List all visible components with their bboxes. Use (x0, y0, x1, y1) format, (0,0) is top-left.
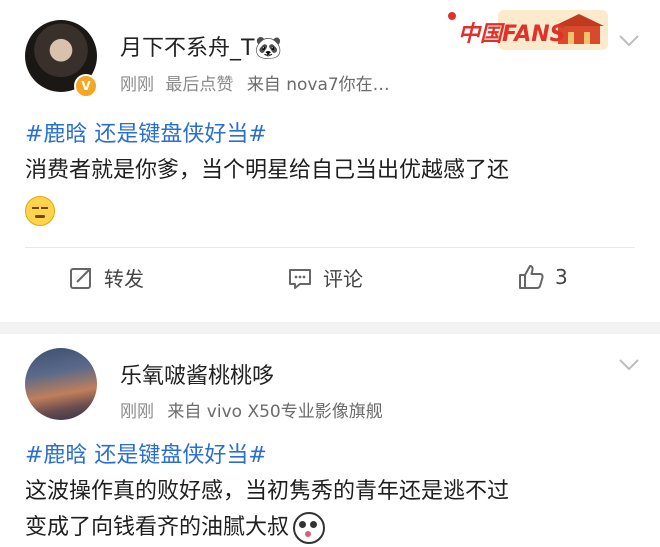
comment-icon (289, 268, 311, 289)
thumbs-up-icon (519, 265, 544, 289)
repost-button[interactable]: 转发 (68, 263, 144, 292)
chevron-down-icon[interactable] (618, 34, 640, 48)
post-text: #鹿晗 还是键盘侠好当# 消费者就是你爹，当个明星给自己当出优越感了还 (25, 117, 640, 189)
topic-tag[interactable]: #鹿晗 还是键盘侠好当# (25, 117, 640, 153)
china-fans-badge: 中国FANS (440, 4, 610, 58)
divider (25, 247, 635, 248)
comment-button[interactable]: 评论 (287, 263, 363, 292)
fans-label: 中国FANS (458, 22, 566, 47)
post-source[interactable]: 来自 nova7你在… (247, 75, 390, 95)
post-body-line-1: 这波操作真的败好感，当初隽秀的青年还是逃不过 (25, 479, 510, 504)
avatar[interactable] (25, 348, 97, 420)
weibo-post-1: V 月下不系舟_T🐼 刚刚 最后点赞 来自 nova7你在… 中国FANS #鹿… (0, 0, 660, 322)
post-separator (0, 322, 660, 334)
post-meta: 刚刚 来自 vivo X50专业影像旗舰 (120, 397, 383, 422)
smirk-emoji-icon (25, 196, 55, 226)
post-body-line-2: 变成了向钱看齐的油腻大叔 (25, 515, 290, 540)
post-source[interactable]: 来自 vivo X50专业影像旗舰 (167, 402, 382, 422)
weibo-post-2: 乐氧啵酱桃桃哆 刚刚 来自 vivo X50专业影像旗舰 #鹿晗 还是键盘侠好当… (0, 334, 660, 547)
comment-label: 评论 (323, 267, 363, 291)
verified-badge: V (74, 74, 98, 98)
repost-icon (70, 267, 91, 289)
post-text: #鹿晗 还是键盘侠好当# 这波操作真的败好感，当初隽秀的青年还是逃不过 变成了向… (25, 438, 640, 546)
like-button[interactable]: 3 (517, 263, 568, 291)
chevron-down-icon[interactable] (618, 358, 640, 372)
username[interactable]: 乐氧啵酱桃桃哆 (120, 358, 274, 390)
post-body: 消费者就是你爹，当个明星给自己当出优越感了还 (25, 158, 510, 183)
repost-label: 转发 (104, 267, 144, 291)
topic-tag[interactable]: #鹿晗 还是键盘侠好当# (25, 438, 640, 474)
post-extra: 最后点赞 (165, 75, 234, 95)
username[interactable]: 月下不系舟_T🐼 (120, 30, 282, 62)
post-time: 刚刚 (120, 75, 154, 95)
post-meta: 刚刚 最后点赞 来自 nova7你在… (120, 70, 390, 95)
panda-emoji-icon (293, 512, 326, 544)
post-time: 刚刚 (120, 402, 154, 422)
like-count: 3 (555, 265, 568, 289)
